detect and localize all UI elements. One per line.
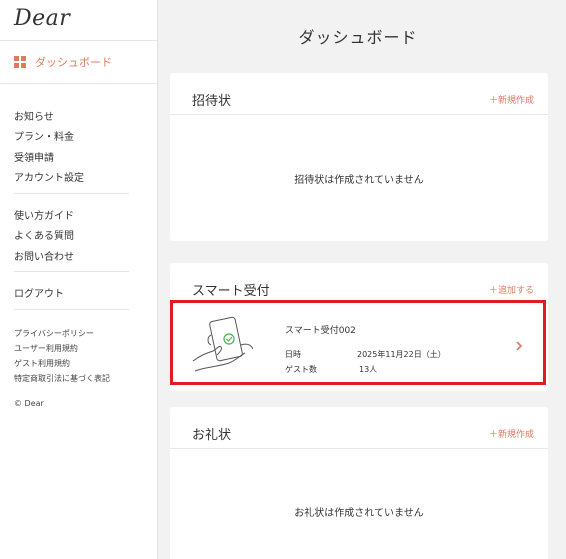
- create-invitation-button[interactable]: ＋新規作成: [489, 93, 534, 106]
- empty-message: 招待状は作成されていません: [294, 175, 424, 186]
- card-header: 招待状 ＋新規作成: [170, 73, 548, 115]
- sidebar-item-plans[interactable]: プラン・料金: [14, 128, 74, 143]
- divider: [0, 40, 157, 41]
- sidebar-item-receipt[interactable]: 受領申請: [14, 149, 54, 164]
- link-privacy-policy[interactable]: プライバシーポリシー: [14, 328, 94, 339]
- reception-name: スマート受付002: [285, 326, 356, 336]
- thanks-card: お礼状 ＋新規作成 お礼状は作成されていません: [170, 407, 548, 559]
- copyright: © Dear: [14, 399, 44, 408]
- logo[interactable]: Dear: [14, 6, 70, 31]
- page-title: ダッシュボード: [298, 28, 418, 47]
- card-header: スマート受付 ＋追加する: [170, 263, 548, 304]
- sidebar-item-label: ダッシュボード: [35, 56, 112, 69]
- empty-message: お礼状は作成されていません: [294, 508, 424, 519]
- sidebar-item-news[interactable]: お知らせ: [14, 108, 54, 123]
- guests-label: ゲスト数: [285, 365, 317, 374]
- divider: [14, 193, 129, 194]
- link-user-terms[interactable]: ユーザー利用規約: [14, 343, 78, 354]
- card-header: お礼状 ＋新規作成: [170, 407, 548, 449]
- main-content: ダッシュボード 招待状 ＋新規作成 招待状は作成されていません スマート受付 ＋…: [158, 0, 566, 559]
- sidebar: Dear ダッシュボード お知らせ プラン・料金 受領申請 アカウント設定 使い…: [0, 0, 158, 559]
- date-label: 日時: [285, 350, 301, 359]
- divider: [14, 271, 129, 272]
- sidebar-item-logout[interactable]: ログアウト: [14, 285, 64, 300]
- divider: [0, 83, 157, 84]
- smart-reception-item[interactable]: スマート受付002 日時 2025年11月22日（土） ゲスト数 13人: [170, 300, 546, 385]
- card-title: 招待状: [192, 94, 232, 109]
- divider: [14, 309, 129, 310]
- link-commercial-law[interactable]: 特定商取引法に基づく表記: [14, 373, 110, 384]
- guests-value: 13人: [359, 365, 378, 374]
- date-value: 2025年11月22日（土）: [357, 350, 446, 359]
- link-guest-terms[interactable]: ゲスト利用規約: [14, 358, 70, 369]
- tablet-check-illustration-icon: [192, 316, 254, 372]
- sidebar-item-faq[interactable]: よくある質問: [14, 227, 74, 242]
- card-title: お礼状: [192, 428, 232, 443]
- sidebar-item-account[interactable]: アカウント設定: [14, 169, 84, 184]
- sidebar-item-dashboard[interactable]: ダッシュボード: [14, 54, 112, 70]
- sidebar-item-contact[interactable]: お問い合わせ: [14, 248, 74, 263]
- card-title: スマート受付: [192, 284, 270, 299]
- add-reception-button[interactable]: ＋追加する: [489, 283, 534, 296]
- create-thanks-button[interactable]: ＋新規作成: [489, 427, 534, 440]
- grid-icon: [14, 56, 26, 68]
- invitations-card: 招待状 ＋新規作成 招待状は作成されていません: [170, 73, 548, 241]
- chevron-right-icon[interactable]: [515, 341, 523, 351]
- sidebar-item-guide[interactable]: 使い方ガイド: [14, 207, 74, 222]
